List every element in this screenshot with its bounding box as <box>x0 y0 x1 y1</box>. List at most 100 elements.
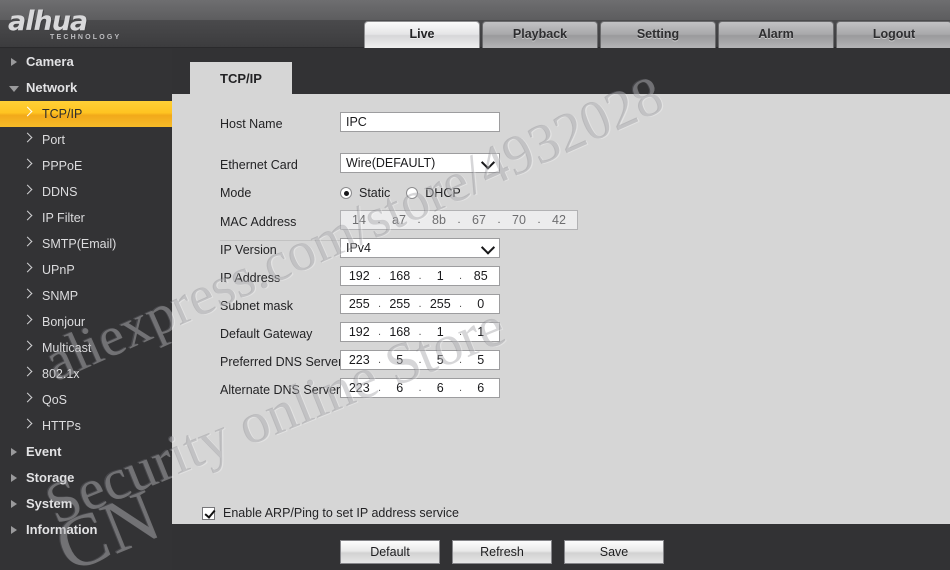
ip-segment[interactable]: 255 <box>382 295 419 313</box>
ip-segment: 67 <box>472 213 486 227</box>
nav-tab-playback[interactable]: Playback <box>482 21 598 48</box>
chevron-right-icon <box>22 262 33 273</box>
sidebar-item-multicast[interactable]: Multicast <box>0 335 172 361</box>
ip-segment: 42 <box>552 213 566 227</box>
ip-segment[interactable]: 255 <box>422 295 459 313</box>
sidebar-group-information[interactable]: Information <box>0 517 172 543</box>
mode-dhcp-radio[interactable] <box>406 187 419 199</box>
host-name-field-wrap <box>340 112 500 132</box>
ip-segment[interactable]: 168 <box>382 323 419 341</box>
sidebar-item-label: Port <box>42 133 65 147</box>
default-gateway-input[interactable]: 192. 168. 1. 1 <box>340 322 500 342</box>
sidebar-group-camera[interactable]: Camera <box>0 49 172 75</box>
ip-segment[interactable]: 255 <box>341 295 378 313</box>
nav-tab-setting[interactable]: Setting <box>600 21 716 48</box>
preferred-dns-field-wrap: 223. 5. 5. 5 <box>340 350 500 370</box>
ip-segment[interactable]: 5 <box>463 351 500 369</box>
sidebar-group-label: Event <box>26 444 62 459</box>
nav-tab-logout[interactable]: Logout <box>836 21 950 48</box>
nav-tab-alarm[interactable]: Alarm <box>718 21 834 48</box>
sidebar-item-ip-filter[interactable]: IP Filter <box>0 205 172 231</box>
save-button[interactable]: Save <box>564 540 664 564</box>
default-gateway-field-wrap: 192. 168. 1. 1 <box>340 322 500 342</box>
sidebar-item-smtp-email[interactable]: SMTP(Email) <box>0 231 172 257</box>
sidebar-group-system[interactable]: System <box>0 491 172 517</box>
sidebar-item-snmp[interactable]: SNMP <box>0 283 172 309</box>
preferred-dns-input[interactable]: 223. 5. 5. 5 <box>340 350 500 370</box>
chevron-right-icon <box>22 340 33 351</box>
sidebar-item-bonjour[interactable]: Bonjour <box>0 309 172 335</box>
subnet-mask-input[interactable]: 255. 255. 255. 0 <box>340 294 500 314</box>
ip-segment[interactable]: 6 <box>382 379 419 397</box>
chevron-right-icon <box>22 418 33 429</box>
ip-segment[interactable]: 192 <box>341 267 378 285</box>
ip-version-select[interactable]: IPv4 <box>340 238 500 258</box>
arp-ping-label: Enable ARP/Ping to set IP address servic… <box>223 506 460 520</box>
mac-address-input: 14. a7. 8b. 67. 70. 42 <box>340 210 578 230</box>
default-button[interactable]: Default <box>340 540 440 564</box>
chevron-down-icon <box>480 240 496 255</box>
ip-segment[interactable]: 6 <box>463 379 500 397</box>
chevron-right-icon <box>22 366 33 377</box>
sidebar-item-label: Multicast <box>42 341 92 355</box>
chevron-right-icon <box>22 288 33 299</box>
nav-tab-live[interactable]: Live <box>364 21 480 48</box>
ip-segment: 8b <box>432 213 446 227</box>
host-name-input[interactable] <box>340 112 500 132</box>
ethernet-card-select[interactable]: Wire(DEFAULT) <box>340 153 500 173</box>
ip-segment[interactable]: 223 <box>341 379 378 397</box>
tab-tcpip[interactable]: TCP/IP <box>190 62 292 95</box>
dahua-logo: alhua TECHNOLOGY <box>8 4 168 44</box>
ip-segment[interactable]: 85 <box>463 267 500 285</box>
chevron-right-icon <box>22 184 33 195</box>
sidebar-item-tcp-ip[interactable]: TCP/IP <box>0 101 172 127</box>
sidebar-item-802-1x[interactable]: 802.1x <box>0 361 172 387</box>
sidebar-item-https[interactable]: HTTPs <box>0 413 172 439</box>
ip-segment[interactable]: 5 <box>382 351 419 369</box>
triangle-right-icon <box>11 474 17 482</box>
chevron-right-icon <box>22 158 33 169</box>
ip-segment[interactable]: 0 <box>463 295 500 313</box>
sidebar-item-ddns[interactable]: DDNS <box>0 179 172 205</box>
app-header: alhua TECHNOLOGY Live Playback Setting Alar… <box>0 0 950 48</box>
chevron-right-icon <box>22 132 33 143</box>
ip-segment[interactable]: 1 <box>463 323 500 341</box>
triangle-right-icon <box>11 526 17 534</box>
sidebar-group-storage[interactable]: Storage <box>0 465 172 491</box>
ip-segment[interactable]: 6 <box>422 379 459 397</box>
triangle-right-icon <box>11 448 17 456</box>
sidebar-item-label: DDNS <box>42 185 78 199</box>
arp-ping-checkbox[interactable] <box>202 506 215 520</box>
sidebar-item-label: SNMP <box>42 289 79 303</box>
sidebar-item-upnp[interactable]: UPnP <box>0 257 172 283</box>
ip-segment[interactable]: 168 <box>382 267 419 285</box>
alternate-dns-input[interactable]: 223. 6. 6. 6 <box>340 378 500 398</box>
sidebar-group-label: Storage <box>26 470 75 485</box>
ip-segment[interactable]: 1 <box>422 267 459 285</box>
tcpip-form: Host Name Ethernet Card Wire(DEFAULT) Mo… <box>172 94 950 564</box>
sidebar-group-network[interactable]: Network <box>0 75 172 101</box>
mode-static-radio[interactable] <box>340 187 352 199</box>
refresh-button[interactable]: Refresh <box>452 540 552 564</box>
sidebar-item-port[interactable]: Port <box>0 127 172 153</box>
ip-segment[interactable]: 192 <box>341 323 378 341</box>
app-root: alhua TECHNOLOGY Live Playback Setting Alar… <box>0 0 950 570</box>
ip-segment[interactable]: 223 <box>341 351 378 369</box>
mode-radio-group: Static DHCP <box>340 181 477 205</box>
ip-version-field-wrap: IPv4 <box>340 238 500 258</box>
ethernet-card-selected-value: Wire(DEFAULT) <box>346 156 436 170</box>
sidebar-item-qos[interactable]: QoS <box>0 387 172 413</box>
mac-address-field-wrap: 14. a7. 8b. 67. 70. 42 <box>340 210 578 230</box>
chevron-right-icon <box>22 106 33 117</box>
ethernet-card-field-wrap: Wire(DEFAULT) <box>340 153 500 173</box>
sidebar-item-label: HTTPs <box>42 419 81 433</box>
sidebar-group-event[interactable]: Event <box>0 439 172 465</box>
sidebar-item-label: SMTP(Email) <box>42 237 117 251</box>
sidebar-item-label: QoS <box>42 393 68 407</box>
content-tabstrip: TCP/IP <box>172 62 950 95</box>
ip-segment[interactable]: 5 <box>422 351 459 369</box>
ip-address-input[interactable]: 192. 168. 1. 85 <box>340 266 500 286</box>
ip-version-selected-value: IPv4 <box>346 241 372 255</box>
ip-segment[interactable]: 1 <box>422 323 459 341</box>
sidebar-item-pppoe[interactable]: PPPoE <box>0 153 172 179</box>
